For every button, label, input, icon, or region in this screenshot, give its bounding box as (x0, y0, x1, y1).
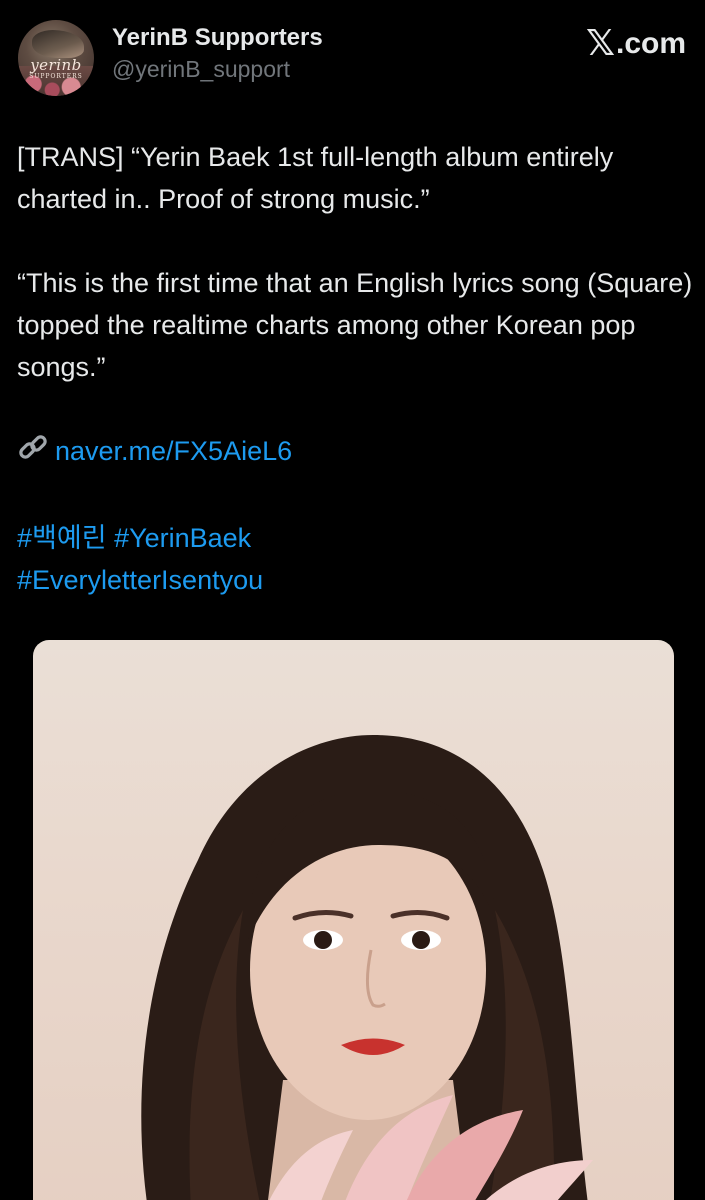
avatar-figure (32, 30, 84, 58)
x-logo-icon: 𝕏 (585, 23, 615, 64)
tweet-photo[interactable] (33, 640, 674, 1200)
hashtag-everyletter[interactable]: #EveryletterIsentyou (17, 565, 263, 595)
link-icon (17, 431, 55, 475)
tweet-link-row: naver.me/FX5AieL6 (17, 430, 697, 475)
tweet-paragraph-1: [TRANS] “Yerin Baek 1st full-length albu… (17, 142, 614, 214)
brand-label: com (624, 27, 686, 60)
portrait-illustration (141, 735, 593, 1200)
hashtag-baekyerin[interactable]: #백예린 (17, 523, 107, 553)
x-brand[interactable]: 𝕏. com (586, 26, 686, 62)
tweet-text: [TRANS] “Yerin Baek 1st full-length albu… (17, 136, 697, 601)
tweet-paragraph-2: “This is the first time that an English … (17, 268, 693, 382)
tweet-link[interactable]: naver.me/FX5AieL6 (55, 436, 292, 466)
hashtag-yerinbaek[interactable]: #YerinBaek (114, 523, 251, 553)
tweet-header: yerinb SUPPORTERS YerinB Supporters @yer… (18, 20, 688, 96)
avatar-logo-subtext: SUPPORTERS (29, 73, 83, 80)
avatar-logo-text: yerinb (30, 56, 82, 74)
author-handle[interactable]: @yerinB_support (112, 56, 290, 83)
author-display-name[interactable]: YerinB Supporters (112, 24, 323, 52)
tweet-hashtags: #백예린 #YerinBaek #EveryletterIsentyou (17, 517, 697, 601)
avatar[interactable]: yerinb SUPPORTERS (18, 20, 94, 96)
tweet-screenshot: yerinb SUPPORTERS YerinB Supporters @yer… (0, 0, 705, 1200)
